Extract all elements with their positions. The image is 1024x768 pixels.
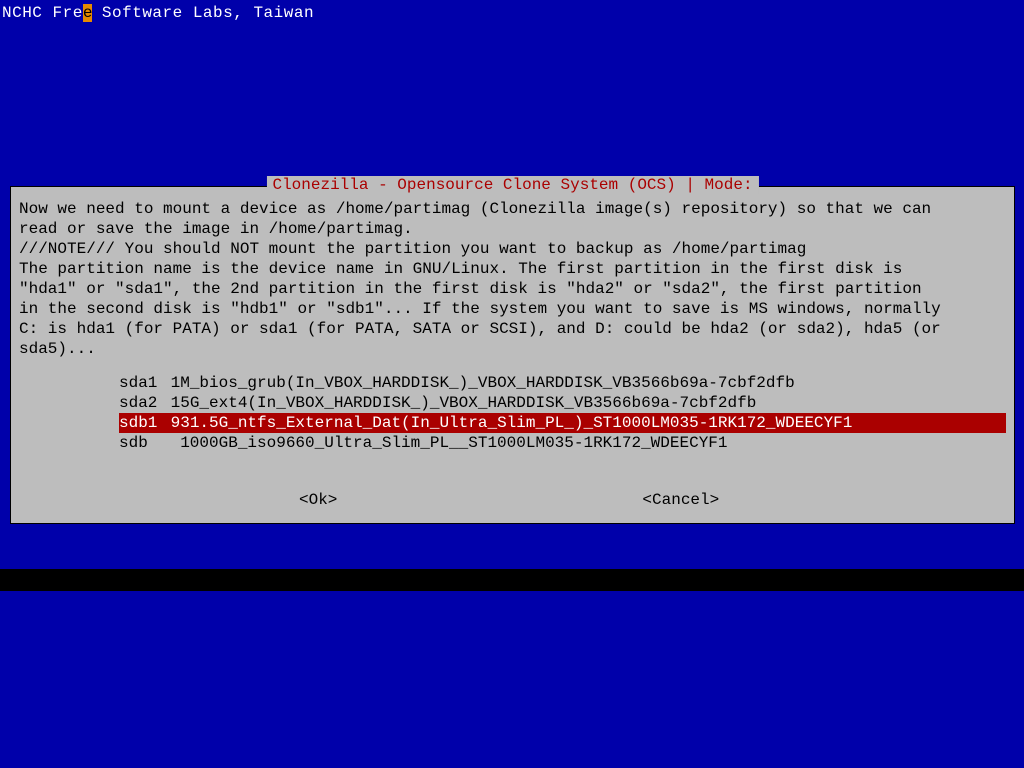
option-sdb1[interactable]: sdb1 931.5G_ntfs_External_Dat(In_Ultra_S…: [119, 413, 1006, 433]
header-post: Software Labs, Taiwan: [92, 4, 314, 22]
cancel-button[interactable]: <Cancel>: [642, 491, 719, 509]
header-pre: NCHC Fre: [2, 4, 83, 22]
dialog-body-text: Now we need to mount a device as /home/p…: [19, 199, 1006, 359]
dialog-box: Clonezilla - Opensource Clone System (OC…: [10, 186, 1015, 524]
header-text: NCHC Free Software Labs, Taiwan: [2, 4, 314, 22]
option-sda1[interactable]: sda1 1M_bios_grub(In_VBOX_HARDDISK_)_VBO…: [119, 373, 1006, 393]
option-list: sda1 1M_bios_grub(In_VBOX_HARDDISK_)_VBO…: [119, 373, 1006, 453]
bottom-shadow-strip: [0, 569, 1024, 591]
option-sdb[interactable]: sdb 1000GB_iso9660_Ultra_Slim_PL__ST1000…: [119, 433, 1006, 453]
cursor-block: e: [83, 4, 92, 22]
option-sda2[interactable]: sda2 15G_ext4(In_VBOX_HARDDISK_)_VBOX_HA…: [119, 393, 1006, 413]
button-row: <Ok> <Cancel>: [19, 491, 1006, 509]
dialog-title: Clonezilla - Opensource Clone System (OC…: [266, 176, 758, 194]
ok-button[interactable]: <Ok>: [299, 491, 337, 509]
